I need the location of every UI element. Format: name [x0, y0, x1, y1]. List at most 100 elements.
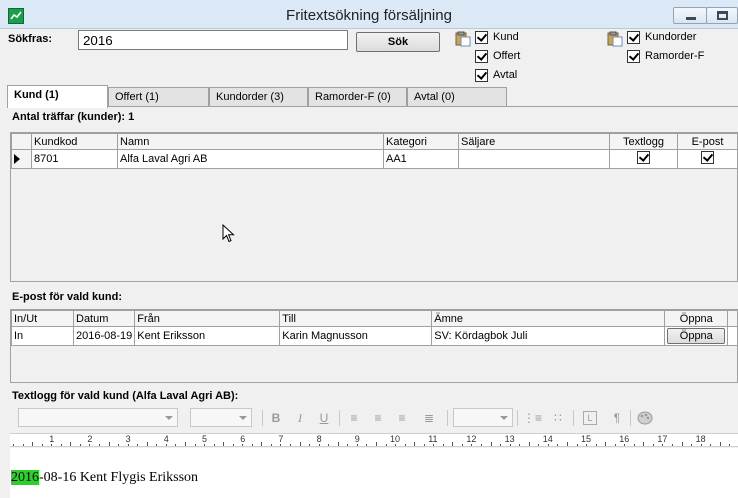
col-oppna[interactable]: Öppna	[664, 310, 729, 327]
ruler-number: 1	[49, 434, 55, 444]
align-right-icon[interactable]: ≡	[393, 409, 411, 427]
col-epost[interactable]: E-post	[677, 133, 738, 150]
ramorder-checkbox[interactable]	[627, 49, 640, 63]
col-till[interactable]: Till	[279, 310, 433, 327]
numbered-list-icon[interactable]: ⋮≡	[523, 409, 542, 427]
clipboard-icon-2[interactable]	[607, 31, 623, 47]
underline-icon[interactable]: U	[315, 409, 333, 427]
col-kundkod[interactable]: Kundkod	[31, 133, 118, 150]
table-row[interactable]: In 2016-08-19 Kent Eriksson Karin Magnus…	[11, 326, 738, 346]
kund-checkbox[interactable]	[475, 30, 488, 44]
cell-namn[interactable]: Alfa Laval Agri AB	[117, 149, 384, 169]
ruler-tick	[710, 444, 712, 446]
search-input[interactable]	[78, 30, 348, 50]
tab-kund[interactable]: Kund (1)	[7, 85, 108, 108]
filter-avtal[interactable]: Avtal	[475, 67, 517, 83]
tab-avtal[interactable]: Avtal (0)	[407, 87, 507, 107]
col-fran[interactable]: Från	[134, 310, 281, 327]
row-selector[interactable]	[11, 149, 32, 169]
ruler-number: 8	[316, 434, 322, 444]
palette-icon[interactable]	[636, 409, 654, 427]
textlog-line[interactable]: 2016-08-16 Kent Flygis Eriksson	[11, 470, 198, 486]
clipboard-icon[interactable]	[455, 31, 471, 47]
filter-kund[interactable]: Kund	[475, 29, 519, 45]
col-amne[interactable]: Ämne	[431, 310, 666, 327]
col-inut[interactable]: In/Ut	[11, 310, 74, 327]
cell-oppna[interactable]: Öppna	[664, 326, 729, 346]
cell-saljare[interactable]	[458, 149, 610, 169]
ruler-tick	[290, 444, 291, 446]
bold-icon[interactable]: B	[267, 409, 285, 427]
ruler-number: 11	[428, 434, 438, 444]
ruler-tick	[576, 444, 578, 446]
tab-ramorder[interactable]: Ramorder-F (0)	[308, 87, 407, 107]
ruler-tick	[414, 442, 416, 446]
align-center-icon[interactable]: ≡	[369, 409, 387, 427]
separator	[339, 410, 340, 426]
indent-icon[interactable]: L	[583, 411, 597, 425]
open-email-button[interactable]: Öppna	[667, 328, 726, 344]
table-row[interactable]: 8701 Alfa Laval Agri AB AA1	[11, 149, 738, 169]
ruler-tick	[538, 444, 540, 446]
filter-ramorder[interactable]: Ramorder-F	[627, 48, 704, 64]
cell-textlogg[interactable]	[609, 149, 678, 169]
ruler-tick	[328, 444, 330, 446]
emails-header-row: In/Ut Datum Från Till Ämne Öppna	[11, 310, 738, 327]
cell-datum[interactable]: 2016-08-19	[72, 326, 136, 346]
kundorder-checkbox[interactable]	[627, 30, 640, 44]
ruler-tick	[433, 444, 435, 446]
col-datum[interactable]: Datum	[72, 310, 136, 327]
ruler-tick	[22, 444, 24, 446]
ruler-tick	[719, 442, 721, 446]
ruler-tick	[70, 442, 72, 446]
tab-kundorder[interactable]: Kundorder (3)	[209, 87, 308, 107]
col-textlogg[interactable]: Textlogg	[609, 133, 678, 150]
ruler-tick	[519, 444, 521, 446]
cell-fran[interactable]: Kent Eriksson	[134, 326, 281, 346]
text-color-combo[interactable]	[453, 408, 513, 427]
minimize-button[interactable]	[673, 7, 707, 24]
avtal-checkbox[interactable]	[475, 68, 488, 82]
ruler-number: 10	[390, 434, 401, 444]
textlog-editor[interactable]: 2016-08-16 Kent Flygis Eriksson	[10, 448, 738, 498]
font-size-combo[interactable]	[190, 408, 252, 427]
font-family-combo[interactable]	[18, 408, 178, 427]
pilcrow-icon[interactable]: ¶	[608, 409, 626, 427]
col-saljare[interactable]: Säljare	[458, 133, 610, 150]
maximize-button[interactable]	[706, 7, 738, 24]
ruler-tick	[89, 444, 91, 446]
cell-till[interactable]: Karin Magnusson	[279, 326, 433, 346]
separator	[262, 410, 263, 426]
search-button[interactable]: Sök	[356, 32, 440, 52]
cell-inut[interactable]: In	[11, 326, 74, 346]
ruler-tick	[32, 442, 34, 446]
italic-icon[interactable]: I	[291, 409, 309, 427]
align-left-icon[interactable]: ≡	[345, 409, 363, 427]
offert-checkbox[interactable]	[475, 49, 488, 63]
cell-kundkod[interactable]: 8701	[31, 149, 118, 169]
offert-label: Offert	[493, 50, 521, 62]
ruler-tick	[528, 442, 530, 446]
bullet-list-icon[interactable]: ∷	[549, 409, 567, 427]
cell-epost[interactable]	[677, 149, 738, 169]
filter-offert[interactable]: Offert	[475, 48, 520, 64]
col-kategori[interactable]: Kategori	[383, 133, 459, 150]
ruler-number: 12	[466, 434, 477, 444]
ruler-tick	[566, 442, 568, 446]
tab-offert[interactable]: Offert (1)	[108, 87, 209, 107]
epost-checkbox[interactable]	[701, 151, 714, 164]
cell-filler	[727, 326, 738, 346]
ruler-tick	[175, 444, 177, 446]
ruler-tick	[146, 442, 148, 446]
filter-kundorder[interactable]: Kundorder	[627, 29, 696, 45]
ruler-tick	[509, 444, 511, 446]
col-namn[interactable]: Namn	[117, 133, 384, 150]
cell-amne[interactable]: SV: Kördagbok Juli	[431, 326, 666, 346]
separator	[573, 410, 574, 426]
ruler-tick	[385, 444, 387, 446]
textlogg-checkbox[interactable]	[637, 151, 650, 164]
ruler-number: 16	[619, 434, 630, 444]
cell-kategori[interactable]: AA1	[383, 149, 459, 169]
textlog-rest: -08-16 Kent Flygis Eriksson	[39, 470, 199, 485]
align-justify-icon[interactable]: ≣	[420, 409, 438, 427]
